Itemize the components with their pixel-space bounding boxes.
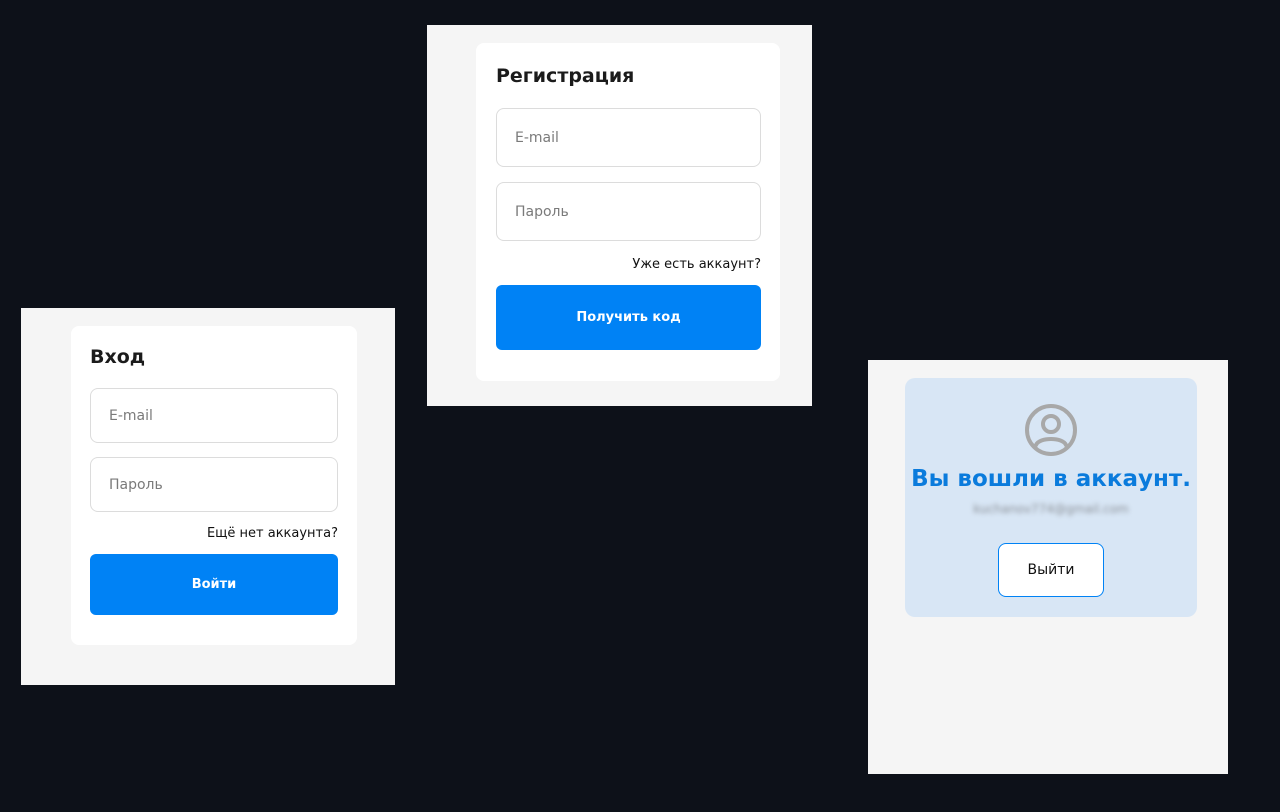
- register-email-input[interactable]: [496, 108, 761, 167]
- user-email: kuchanov774@gmail.com: [973, 502, 1129, 516]
- logged-in-message: Вы вошли в аккаунт.: [911, 466, 1191, 492]
- register-panel: Регистрация Уже есть аккаунт? Получить к…: [427, 25, 812, 406]
- register-password-input[interactable]: [496, 182, 761, 241]
- account-panel: Вы вошли в аккаунт. kuchanov774@gmail.co…: [868, 360, 1228, 774]
- login-title: Вход: [90, 346, 146, 368]
- register-card: Регистрация Уже есть аккаунт? Получить к…: [476, 43, 780, 381]
- user-circle-icon: [1025, 404, 1077, 456]
- login-panel: Вход Ещё нет аккаунта? Войти: [21, 308, 395, 685]
- login-password-input[interactable]: [90, 457, 338, 512]
- login-link[interactable]: Уже есть аккаунт?: [632, 257, 761, 272]
- login-button[interactable]: Войти: [90, 554, 338, 615]
- login-email-input[interactable]: [90, 388, 338, 443]
- register-link[interactable]: Ещё нет аккаунта?: [207, 526, 338, 541]
- login-card: Вход Ещё нет аккаунта? Войти: [71, 326, 357, 645]
- get-code-button[interactable]: Получить код: [496, 285, 761, 350]
- account-success-box: Вы вошли в аккаунт. kuchanov774@gmail.co…: [905, 378, 1197, 617]
- logout-button[interactable]: Выйти: [998, 543, 1104, 597]
- register-title: Регистрация: [496, 65, 635, 87]
